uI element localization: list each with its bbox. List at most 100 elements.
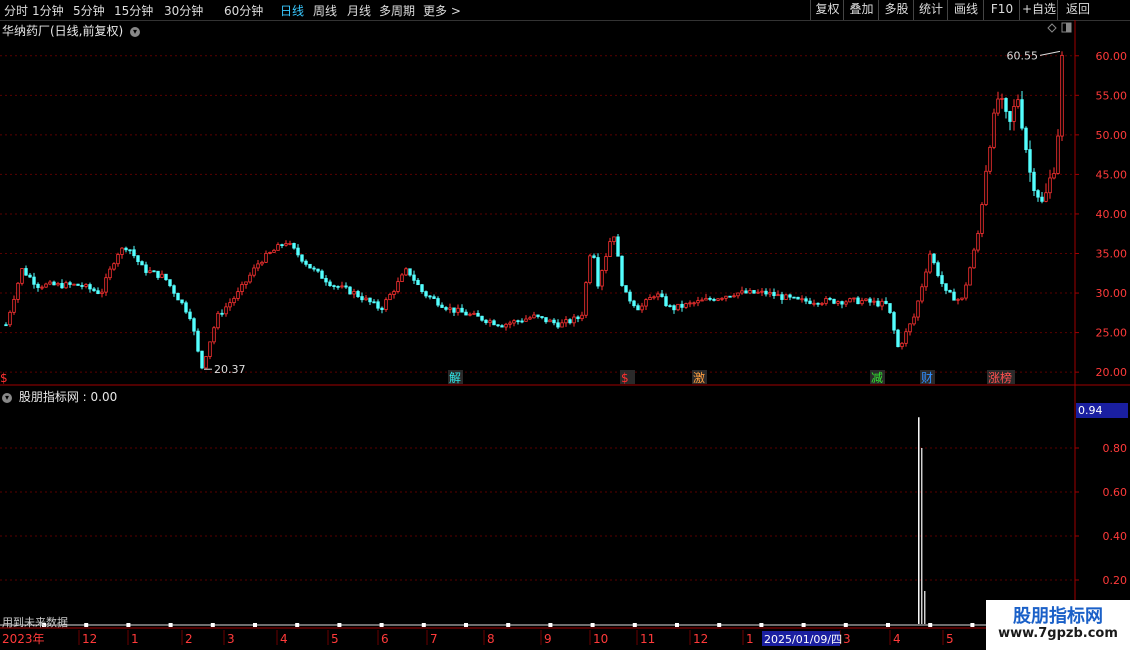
- period-tab-1[interactable]: 1分钟: [32, 2, 64, 19]
- candle-body-147: [592, 255, 596, 258]
- indicator-current-value: 0.94: [1076, 403, 1128, 418]
- toolbar-button-1[interactable]: 叠加: [843, 0, 879, 20]
- period-tab-4[interactable]: 30分钟: [164, 2, 203, 19]
- candle-body-122: [492, 320, 496, 326]
- candle-body-246: [988, 146, 992, 172]
- candle-body-119: [480, 315, 484, 321]
- period-tab-6[interactable]: 日线: [280, 2, 304, 19]
- time-month-0: 12: [82, 632, 97, 646]
- indicator-dot-8: [379, 623, 384, 627]
- candle-body-162: [652, 296, 656, 299]
- candle-body-69: [280, 244, 284, 247]
- indicator-dot-11: [506, 623, 511, 627]
- candle-body-175: [704, 297, 708, 301]
- candle-body-123: [496, 324, 500, 327]
- candle-body-29: [120, 247, 124, 255]
- candle-body-43: [176, 292, 180, 301]
- toolbar-button-0[interactable]: 复权: [810, 0, 844, 20]
- period-tab-9[interactable]: 多周期: [379, 2, 415, 19]
- candle-body-204: [820, 302, 824, 305]
- candle-body-249: [1000, 98, 1004, 100]
- candle-body-40: [164, 273, 168, 281]
- candle-body-135: [544, 317, 548, 323]
- candle-body-261: [1048, 177, 1052, 194]
- candle-body-130: [524, 318, 528, 322]
- candle-body-96: [388, 294, 392, 301]
- candle-body-195: [784, 294, 788, 300]
- indicator-dot-18: [801, 623, 806, 627]
- candle-body-253: [1016, 99, 1020, 107]
- candle-body-59: [240, 284, 244, 292]
- toolbar-button-7[interactable]: 返回: [1057, 0, 1098, 20]
- period-tab-7[interactable]: 周线: [313, 2, 337, 19]
- period-tab-8[interactable]: 月线: [347, 2, 371, 19]
- period-tab-2[interactable]: 5分钟: [73, 2, 105, 19]
- period-tab-5[interactable]: 60分钟: [224, 2, 263, 19]
- candle-body-14: [60, 283, 64, 289]
- time-month-2: 2: [185, 632, 193, 646]
- period-tab-0[interactable]: 分时: [4, 2, 28, 19]
- candle-body-104: [420, 284, 424, 293]
- candle-body-39: [160, 273, 164, 278]
- time-year-label: 2023年: [2, 632, 45, 646]
- candle-body-2: [12, 298, 16, 313]
- candle-body-114: [460, 307, 464, 313]
- toolbar-button-2[interactable]: 多股: [878, 0, 914, 20]
- candle-body-191: [768, 291, 772, 295]
- candle-body-151: [608, 241, 612, 257]
- period-tab-3[interactable]: 15分钟: [114, 2, 153, 19]
- candle-body-251: [1008, 111, 1012, 122]
- time-month-4: 4: [280, 632, 288, 646]
- candle-body-46: [188, 311, 192, 320]
- toolbar-button-4[interactable]: 画线: [947, 0, 984, 20]
- candle-body-224: [900, 342, 904, 348]
- candle-body-102: [412, 274, 416, 281]
- candle-body-79: [320, 270, 324, 279]
- candle-body-256: [1028, 149, 1032, 173]
- candle-body-28: [116, 254, 120, 265]
- candle-body-139: [560, 322, 564, 328]
- candle-body-44: [180, 299, 184, 304]
- candle-body-65: [264, 252, 268, 263]
- candle-body-178: [716, 298, 720, 301]
- time-month-10: 10: [593, 632, 608, 646]
- toolbar-button-3[interactable]: 统计: [913, 0, 948, 20]
- chevron-down-icon[interactable]: ▾: [130, 26, 141, 37]
- candle-body-21: [88, 284, 92, 290]
- candle-body-136: [548, 319, 552, 323]
- indicator-dot-9: [421, 623, 426, 627]
- indicator-dot-13: [590, 623, 595, 627]
- candle-body-7: [32, 276, 36, 285]
- candle-body-132: [532, 314, 536, 319]
- indicator-dot-15: [675, 623, 679, 627]
- candle-body-32: [132, 249, 136, 257]
- indicator-dot-10: [464, 623, 468, 627]
- ind-tick-label-0: 0.80: [1103, 442, 1128, 455]
- toolbar-button-5[interactable]: F10: [983, 0, 1020, 20]
- toolbar-button-6[interactable]: +自选: [1019, 0, 1058, 20]
- chart-title: 华纳药厂(日线,前复权) ▾: [2, 22, 141, 39]
- candle-body-5: [24, 268, 28, 276]
- period-tab-10[interactable]: 更多 >: [423, 2, 461, 19]
- candle-body-223: [896, 329, 900, 348]
- candle-body-3: [16, 282, 20, 300]
- candle-body-67: [272, 249, 276, 253]
- event-marker-3: 减: [871, 371, 883, 385]
- chevron-down-icon[interactable]: ▾: [2, 392, 12, 403]
- candle-body-83: [336, 285, 340, 288]
- candle-body-197: [792, 296, 796, 299]
- candle-body-41: [168, 279, 172, 287]
- candle-body-94: [380, 307, 384, 310]
- time-month-1: 1: [131, 632, 139, 646]
- candle-body-187: [752, 290, 756, 294]
- indicator-dot-19: [843, 623, 848, 627]
- candle-body-205: [824, 298, 828, 304]
- candle-body-209: [840, 301, 844, 305]
- candle-body-210: [844, 301, 848, 305]
- candle-body-212: [852, 297, 856, 300]
- time-month-6: 6: [381, 632, 389, 646]
- candle-body-230: [924, 271, 928, 288]
- candle-body-243: [976, 233, 980, 251]
- candle-body-259: [1040, 196, 1044, 202]
- candle-body-142: [572, 316, 576, 324]
